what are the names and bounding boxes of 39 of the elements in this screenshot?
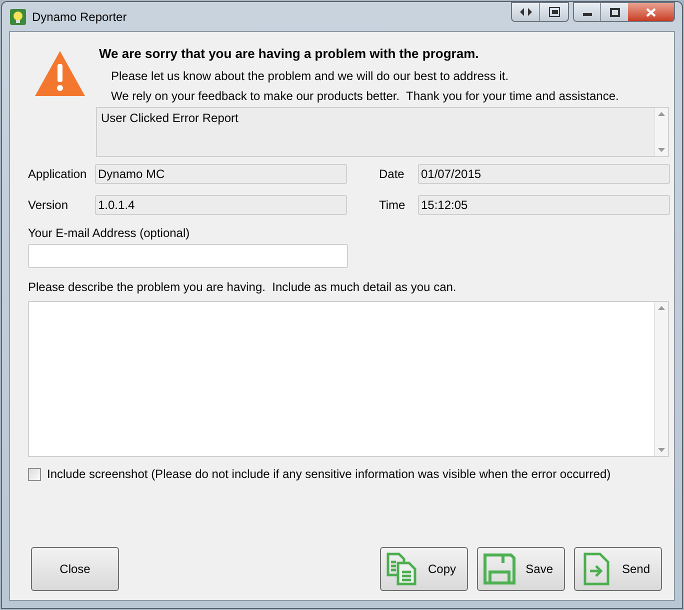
scrollbar[interactable] xyxy=(654,302,668,456)
save-button[interactable]: Save xyxy=(477,547,565,591)
read-only-field: Dynamo MC xyxy=(95,164,347,184)
minimize-icon xyxy=(582,13,592,16)
field-label: Date xyxy=(379,166,406,183)
minimize-button[interactable] xyxy=(574,3,601,21)
error-heading: We are sorry that you are having a problem with the program. xyxy=(98,45,480,63)
left-right-arrows-icon xyxy=(520,8,532,16)
field-label: Version xyxy=(28,197,70,214)
field-label: Application xyxy=(28,166,88,183)
checkbox-label: Include screenshot (Please do not include if any sensitive information was visible when the error occurred) xyxy=(47,466,611,483)
scrollbar[interactable] xyxy=(654,108,668,156)
email-input-field[interactable] xyxy=(28,244,348,268)
maximize-button[interactable] xyxy=(601,3,628,21)
read-only-field: 15:12:05 xyxy=(418,195,670,215)
message-text: We rely on your feedback to make our products better. Thank you for your time and assistance. xyxy=(110,88,620,104)
close-button[interactable]: Close xyxy=(31,547,119,591)
scroll-up-icon[interactable] xyxy=(658,112,665,116)
copy-button[interactable]: Copy xyxy=(380,547,468,591)
window-icon xyxy=(548,7,560,17)
send-button[interactable]: Send xyxy=(574,547,662,591)
read-only-field: 1.0.1.4 xyxy=(95,195,347,215)
close-window-button[interactable] xyxy=(628,3,674,21)
warning-icon xyxy=(34,50,86,97)
description-label: Please describe the problem you are having. Include as much detail as you can. xyxy=(28,279,458,296)
email-label: Your E-mail Address (optional) xyxy=(28,225,191,242)
message-text: Please let us know about the problem and we will do our best to address it. xyxy=(110,68,510,84)
copy-icon xyxy=(385,552,419,586)
field-label: Time xyxy=(379,197,406,214)
read-only-field: 01/07/2015 xyxy=(418,164,670,184)
maximize-icon xyxy=(610,8,620,16)
error-details-text: User Clicked Error Report xyxy=(100,110,240,127)
screenshot-checkbox[interactable] xyxy=(28,468,41,480)
close-icon xyxy=(646,8,656,16)
scroll-down-icon[interactable] xyxy=(658,148,665,152)
window-title: Dynamo Reporter xyxy=(32,8,127,26)
scroll-up-icon[interactable] xyxy=(658,306,665,310)
lightbulb-app-icon xyxy=(10,8,26,24)
scroll-down-icon[interactable] xyxy=(658,448,665,452)
